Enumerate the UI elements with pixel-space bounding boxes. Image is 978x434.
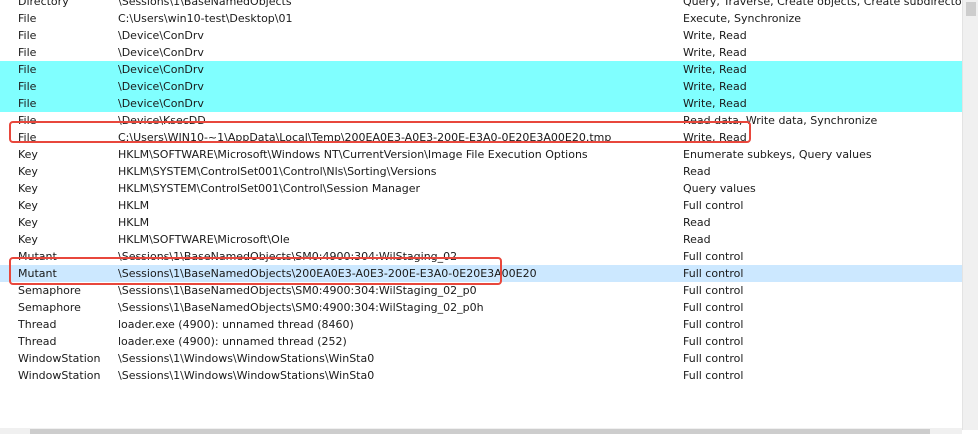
table-row[interactable]: Mutant \Sessions\1\BaseNamedObjects\200EA… xyxy=(0,265,962,282)
cell-type: Key xyxy=(18,233,38,246)
table-row[interactable]: File \Device\ConDrv Write, Read xyxy=(0,78,962,95)
cell-type: Mutant xyxy=(18,267,57,280)
cell-name: \Device\ConDrv xyxy=(118,63,204,76)
table-row[interactable]: File \Device\ConDrv Write, Read xyxy=(0,44,962,61)
horizontal-scrollbar-thumb[interactable] xyxy=(30,429,930,434)
cell-access: Write, Read xyxy=(683,131,747,144)
cell-name: \Device\ConDrv xyxy=(118,80,204,93)
cell-type: File xyxy=(18,114,37,127)
cell-access: Full control xyxy=(683,199,744,212)
cell-name: HKLM\SYSTEM\ControlSet001\Control\Nls\So… xyxy=(118,165,437,178)
cell-access: Read xyxy=(683,233,711,246)
cell-name: \Device\KsecDD xyxy=(118,114,206,127)
cell-type: Semaphore xyxy=(18,284,81,297)
cell-type: WindowStation xyxy=(18,352,101,365)
cell-name: \Sessions\1\BaseNamedObjects\200EA0E3-A0… xyxy=(118,267,537,280)
cell-type: File xyxy=(18,29,37,42)
table-row[interactable]: Key HKLM\SYSTEM\ControlSet001\Control\Ses… xyxy=(0,180,962,197)
cell-type: File xyxy=(18,80,37,93)
cell-access: Full control xyxy=(683,352,744,365)
table-row[interactable]: Key HKLM\SYSTEM\ControlSet001\Control\Nls… xyxy=(0,163,962,180)
cell-type: Semaphore xyxy=(18,301,81,314)
cell-access: Write, Read xyxy=(683,29,747,42)
handles-list[interactable]: Directory \Sessions\1\BaseNamedObjects Que… xyxy=(0,0,963,427)
cell-name: \Sessions\1\Windows\WindowStations\WinSt… xyxy=(118,352,375,365)
horizontal-scrollbar[interactable] xyxy=(0,428,962,434)
cell-name: C:\Users\WIN10-~1\AppData\Local\Temp\200… xyxy=(118,131,612,144)
cell-type: WindowStation xyxy=(18,369,101,382)
cell-name: \Sessions\1\Windows\WindowStations\WinSt… xyxy=(118,369,375,382)
cell-type: File xyxy=(18,63,37,76)
table-row[interactable]: Key HKLM Read xyxy=(0,214,962,231)
cell-access: Full control xyxy=(683,250,744,263)
cell-name: HKLM\SYSTEM\ControlSet001\Control\Sessio… xyxy=(118,182,421,195)
table-row[interactable]: File \Device\KsecDD Read data, Write data,… xyxy=(0,112,962,129)
cell-name: loader.exe (4900): unnamed thread (252) xyxy=(118,335,347,348)
table-row[interactable]: File \Device\ConDrv Write, Read xyxy=(0,61,962,78)
table-row[interactable]: Semaphore \Sessions\1\BaseNamedObjects\SM… xyxy=(0,282,962,299)
table-row[interactable]: Key HKLM\SOFTWARE\Microsoft\Ole Read xyxy=(0,231,962,248)
cell-type: File xyxy=(18,12,37,25)
cell-type: Directory xyxy=(18,0,69,8)
cell-access: Query values xyxy=(683,182,756,195)
cell-type: Thread xyxy=(18,318,57,331)
vertical-scrollbar-thumb[interactable] xyxy=(966,2,976,16)
cell-access: Full control xyxy=(683,284,744,297)
cell-name: \Sessions\1\BaseNamedObjects\SM0:4900:30… xyxy=(118,284,477,297)
cell-access: Write, Read xyxy=(683,80,747,93)
cell-access: Execute, Synchronize xyxy=(683,12,802,25)
cell-access: Enumerate subkeys, Query values xyxy=(683,148,872,161)
cell-access: Read xyxy=(683,216,711,229)
cell-access: Read data, Write data, Synchronize xyxy=(683,114,878,127)
cell-name: HKLM\SOFTWARE\Microsoft\Windows NT\Curre… xyxy=(118,148,588,161)
table-row[interactable]: Thread loader.exe (4900): unnamed thread … xyxy=(0,333,962,350)
table-row[interactable]: WindowStation \Sessions\1\Windows\WindowS… xyxy=(0,350,962,367)
cell-access: Full control xyxy=(683,318,744,331)
cell-name: \Device\ConDrv xyxy=(118,46,204,59)
table-row[interactable]: Mutant \Sessions\1\BaseNamedObjects\SM0:4… xyxy=(0,248,962,265)
cell-access: Write, Read xyxy=(683,46,747,59)
table-row[interactable]: Directory \Sessions\1\BaseNamedObjects Que… xyxy=(0,0,963,10)
cell-access: Full control xyxy=(683,335,744,348)
cell-name: \Sessions\1\BaseNamedObjects xyxy=(118,0,292,8)
table-row[interactable]: File \Device\ConDrv Write, Read xyxy=(0,95,962,112)
cell-type: Key xyxy=(18,148,38,161)
cell-name: HKLM xyxy=(118,216,150,229)
cell-name: \Device\ConDrv xyxy=(118,29,204,42)
cell-access: Read xyxy=(683,165,711,178)
cell-type: Key xyxy=(18,182,38,195)
cell-type: Thread xyxy=(18,335,57,348)
table-row[interactable]: Key HKLM\SOFTWARE\Microsoft\Windows NT\Cu… xyxy=(0,146,962,163)
cell-type: File xyxy=(18,46,37,59)
cell-access: Full control xyxy=(683,267,744,280)
cell-access: Full control xyxy=(683,369,744,382)
cell-name: \Sessions\1\BaseNamedObjects\SM0:4900:30… xyxy=(118,301,484,314)
cell-name: loader.exe (4900): unnamed thread (8460) xyxy=(118,318,354,331)
table-row[interactable]: File \Device\ConDrv Write, Read xyxy=(0,27,962,44)
cell-access: Query, Traverse, Create objects, Create … xyxy=(683,0,963,8)
table-row[interactable]: File C:\Users\win10-test\Desktop\01 Execut… xyxy=(0,10,962,27)
vertical-scrollbar[interactable] xyxy=(962,0,978,430)
cell-access: Write, Read xyxy=(683,63,747,76)
cell-access: Full control xyxy=(683,301,744,314)
table-row[interactable]: Thread loader.exe (4900): unnamed thread … xyxy=(0,316,962,333)
cell-name: \Sessions\1\BaseNamedObjects\SM0:4900:30… xyxy=(118,250,458,263)
cell-type: File xyxy=(18,131,37,144)
cell-type: File xyxy=(18,97,37,110)
table-row[interactable]: Semaphore \Sessions\1\BaseNamedObjects\SM… xyxy=(0,299,962,316)
cell-name: HKLM\SOFTWARE\Microsoft\Ole xyxy=(118,233,290,246)
table-row[interactable]: Key HKLM Full control xyxy=(0,197,962,214)
cell-type: Key xyxy=(18,199,38,212)
table-row[interactable]: WindowStation \Sessions\1\Windows\WindowS… xyxy=(0,367,962,384)
table-row[interactable]: File C:\Users\WIN10-~1\AppData\Local\Temp… xyxy=(0,129,962,146)
cell-type: Key xyxy=(18,165,38,178)
cell-type: Mutant xyxy=(18,250,57,263)
cell-access: Write, Read xyxy=(683,97,747,110)
cell-name: \Device\ConDrv xyxy=(118,97,204,110)
cell-name: C:\Users\win10-test\Desktop\01 xyxy=(118,12,293,25)
cell-name: HKLM xyxy=(118,199,150,212)
cell-type: Key xyxy=(18,216,38,229)
